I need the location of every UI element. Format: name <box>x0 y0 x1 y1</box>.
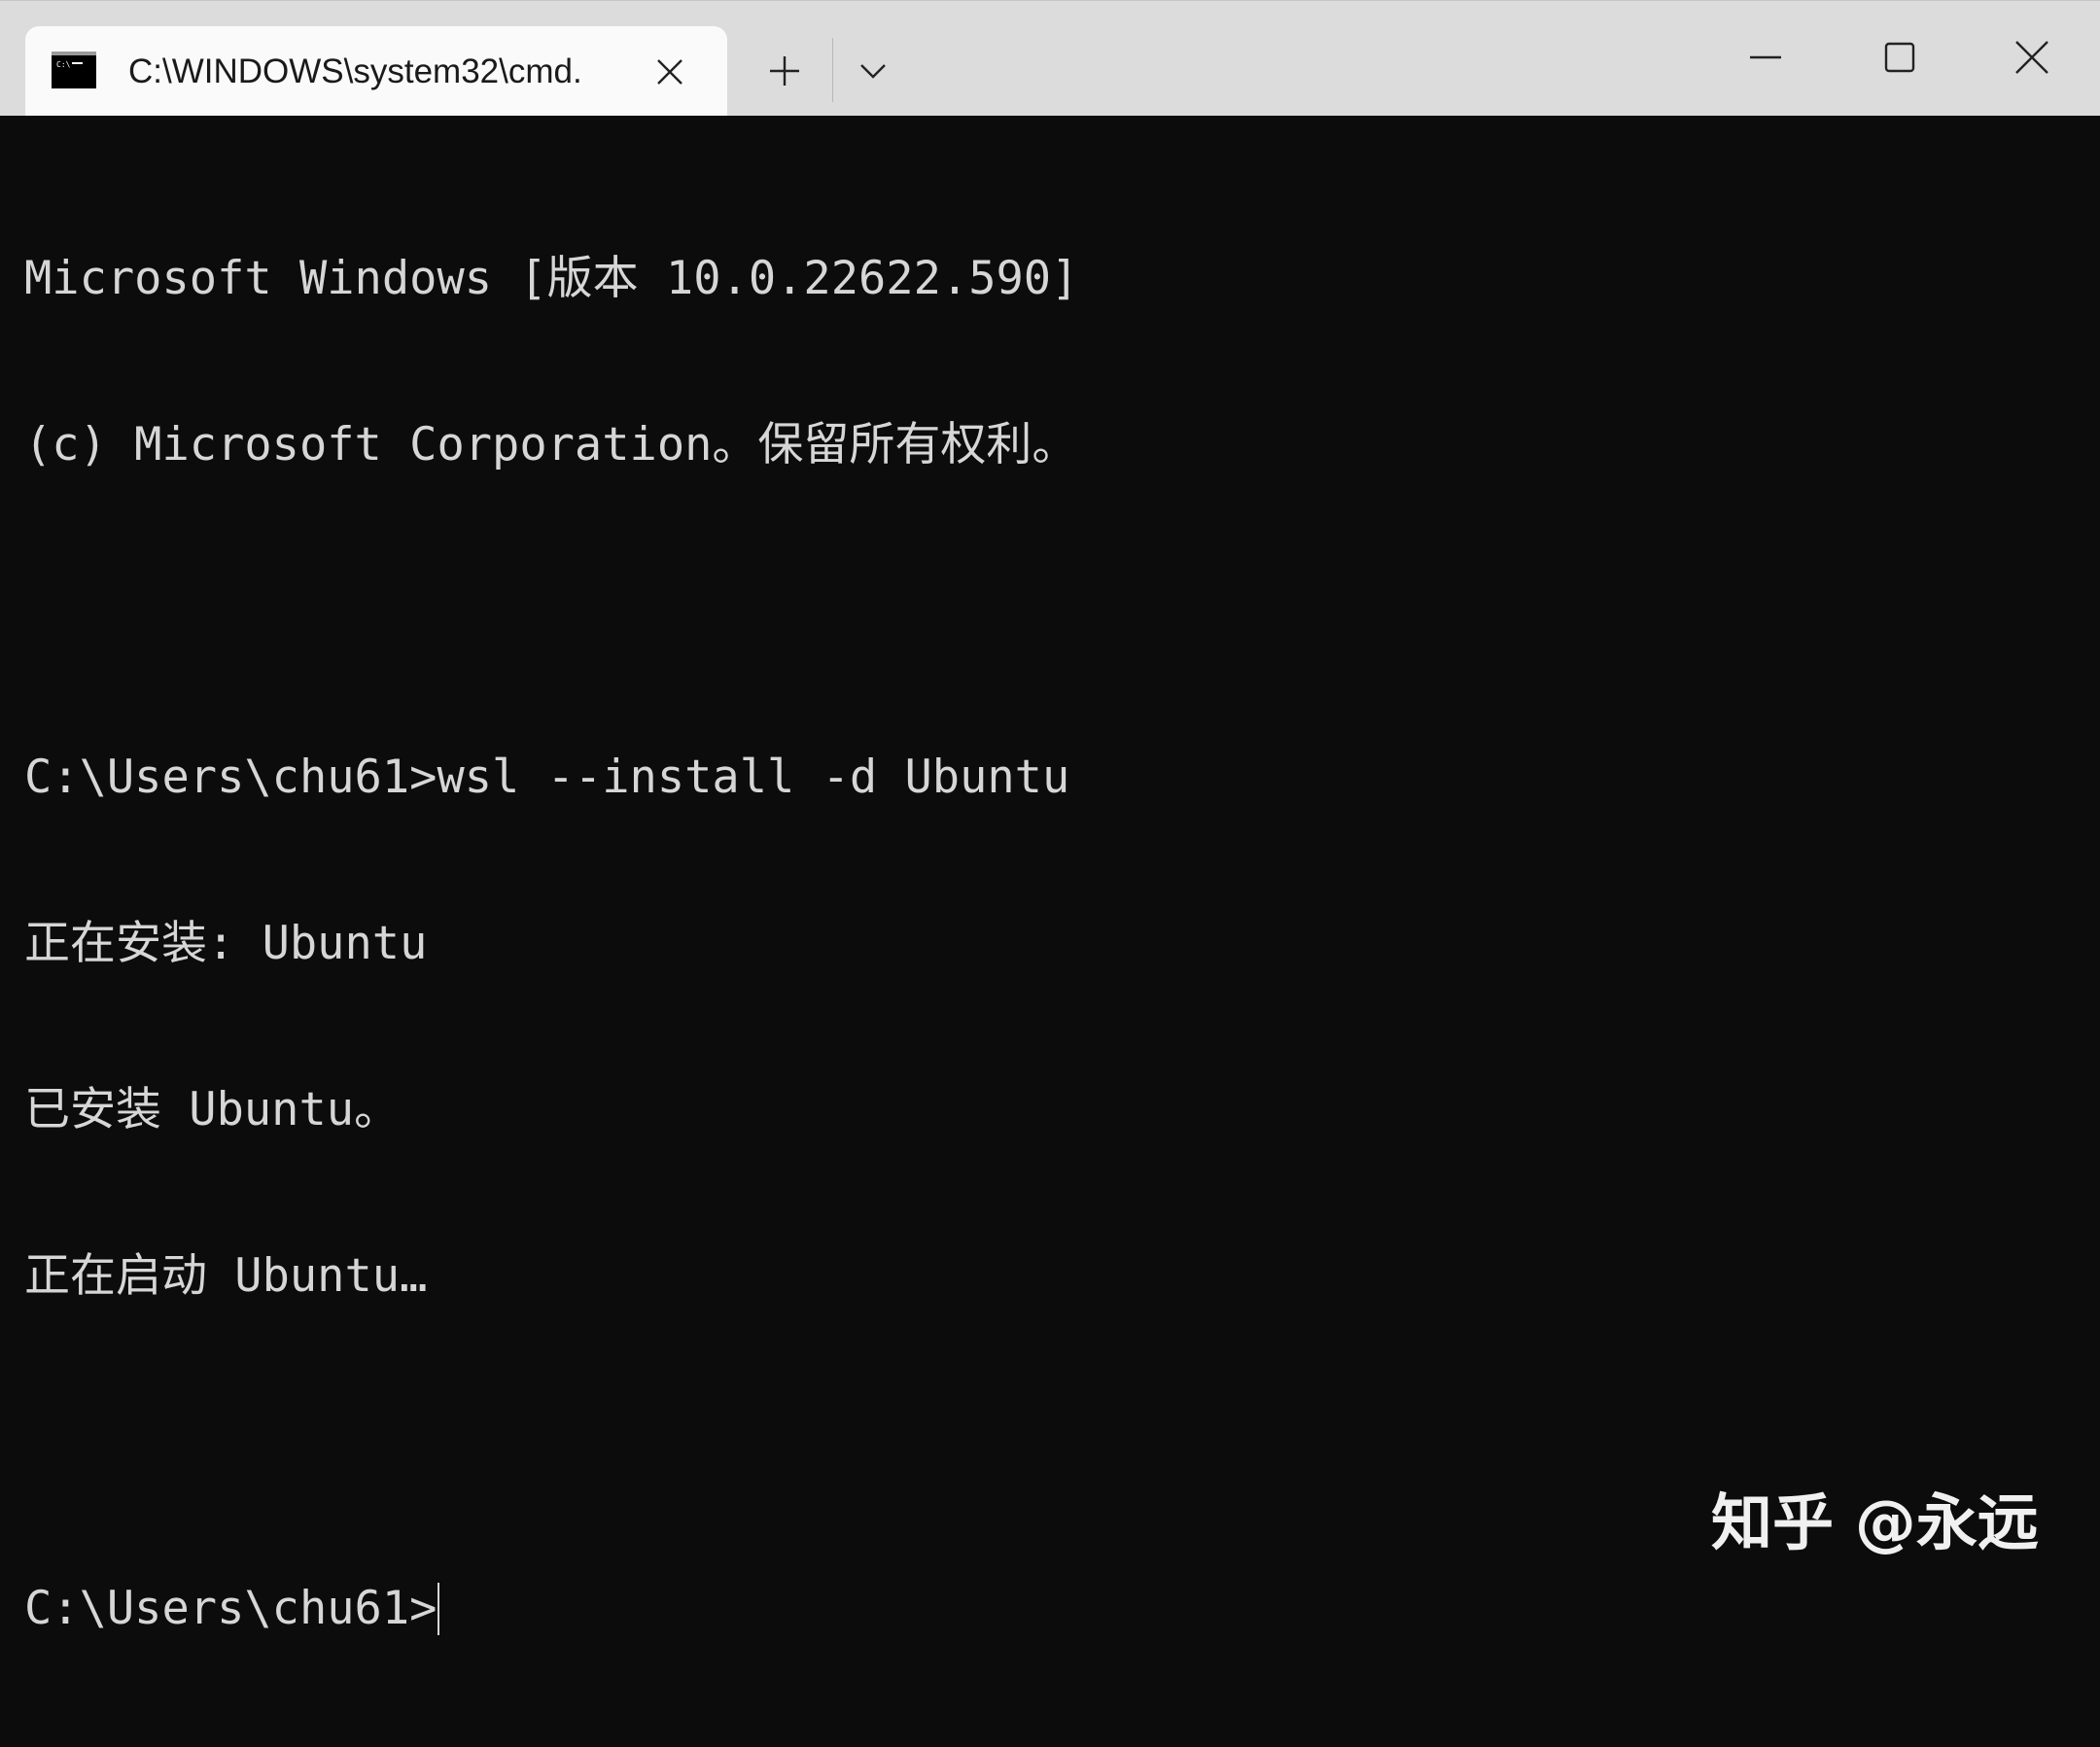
new-tab-button[interactable] <box>759 46 810 96</box>
terminal-window: C:\ C:\WINDOWS\system32\cmd. Microsoft W… <box>0 0 2100 1635</box>
text-cursor <box>438 1583 440 1635</box>
svg-text:C:\: C:\ <box>56 60 71 69</box>
terminal-prompt: C:\Users\chu61> <box>24 1582 438 1635</box>
terminal-line: (c) Microsoft Corporation。保留所有权利。 <box>24 418 1078 472</box>
terminal-line: C:\Users\chu61>wsl --install -d Ubuntu <box>24 751 1070 804</box>
tab-cmd[interactable]: C:\ C:\WINDOWS\system32\cmd. <box>25 26 727 117</box>
terminal-line: 正在安装: Ubuntu <box>24 917 428 970</box>
minimize-icon <box>1750 55 1781 59</box>
tab-dropdown-button[interactable] <box>848 46 898 96</box>
close-icon <box>2015 41 2048 74</box>
tab-title: C:\WINDOWS\system32\cmd. <box>128 52 582 90</box>
terminal-prompt-line[interactable]: C:\Users\chu61> <box>24 1581 2066 1636</box>
plus-icon <box>770 56 799 86</box>
terminal-line: 正在启动 Ubuntu… <box>24 1249 428 1303</box>
minimize-button[interactable] <box>1732 30 1799 85</box>
cmd-icon: C:\ <box>52 52 96 88</box>
terminal-line: Microsoft Windows [版本 10.0.22622.590] <box>24 252 1079 305</box>
tab-close-icon[interactable] <box>646 48 694 96</box>
maximize-button[interactable] <box>1867 30 1933 85</box>
watermark: 知乎 @永远 <box>1711 1487 2039 1558</box>
terminal-output[interactable]: Microsoft Windows [版本 10.0.22622.590] (c… <box>0 116 2100 1635</box>
tab-separator <box>832 38 833 102</box>
terminal-line: 已安装 Ubuntu。 <box>24 1083 401 1136</box>
close-button[interactable] <box>1999 30 2065 85</box>
maximize-icon <box>1884 42 1915 73</box>
chevron-down-icon <box>860 64 886 79</box>
title-bar[interactable]: C:\ C:\WINDOWS\system32\cmd. <box>0 0 2100 117</box>
